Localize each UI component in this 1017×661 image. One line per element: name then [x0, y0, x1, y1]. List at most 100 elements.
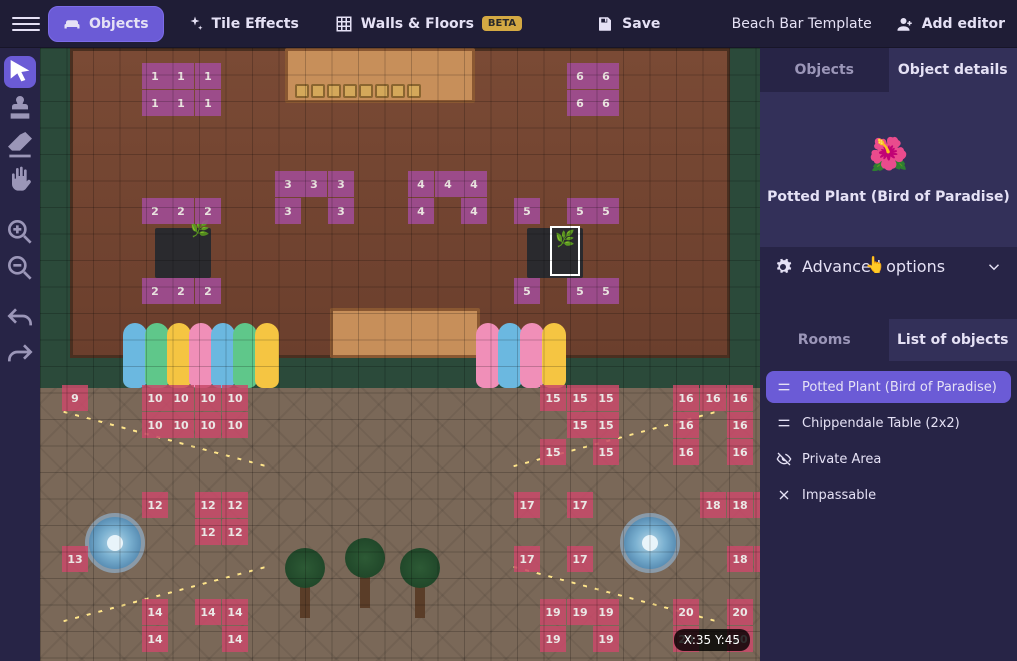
tab-walls-floors[interactable]: Walls & Floors BETA	[321, 7, 536, 41]
tab-rooms[interactable]: Rooms	[760, 319, 889, 361]
right-panel: Objects Object details 🌺 Potted Plant (B…	[760, 48, 1017, 661]
tile-label: 1	[168, 90, 194, 116]
tile-label: 16	[673, 385, 699, 411]
save-label: Save	[622, 16, 660, 32]
tile-label: 10	[195, 412, 221, 438]
tile-label: 3	[328, 171, 354, 197]
tile-label: 15	[593, 412, 619, 438]
tile-label: 5	[593, 198, 619, 224]
tile-label: 10	[222, 385, 248, 411]
tile-label: 19	[540, 626, 566, 652]
tile-label: 12	[222, 519, 248, 545]
tile-label: 10	[142, 412, 168, 438]
tile-label: 14	[222, 626, 248, 652]
tile-label: 1	[195, 63, 221, 89]
tile-label: 12	[195, 519, 221, 545]
tab-tile-effects-label: Tile Effects	[212, 16, 299, 32]
add-editor-button[interactable]: Add editor	[896, 15, 1005, 33]
tile-label: 16	[700, 385, 726, 411]
tool-stamp[interactable]	[4, 92, 36, 124]
advanced-options-toggle[interactable]: Advanced options 👆	[760, 247, 1017, 286]
tool-undo[interactable]	[4, 304, 36, 336]
list-item-label: Private Area	[802, 452, 881, 467]
tile-label: 15	[567, 385, 593, 411]
tile-label: 18	[754, 546, 760, 572]
tile-label: 3	[301, 171, 327, 197]
tool-select[interactable]	[4, 56, 36, 88]
tile-label: 5	[514, 198, 540, 224]
drag-icon	[776, 379, 792, 395]
tile-label: 16	[727, 412, 753, 438]
tile-label: 10	[222, 412, 248, 438]
list-item[interactable]: Private Area	[766, 443, 1011, 475]
top-bar: Objects Tile Effects Walls & Floors BETA…	[0, 0, 1017, 48]
tile-label: 5	[514, 278, 540, 304]
template-name: Beach Bar Template	[716, 16, 888, 32]
tab-list-of-objects[interactable]: List of objects	[889, 319, 1017, 361]
tile-label: 2	[168, 278, 194, 304]
save-icon	[596, 15, 614, 33]
tile-label: 19	[593, 599, 619, 625]
tile-label: 2	[195, 278, 221, 304]
tile-label: 16	[673, 439, 699, 465]
save-button[interactable]: Save	[582, 7, 674, 41]
tile-label: 6	[567, 63, 593, 89]
list-item[interactable]: Chippendale Table (2x2)	[766, 407, 1011, 439]
tile-label: 17	[567, 492, 593, 518]
drag-icon	[776, 415, 792, 431]
tile-label: 17	[514, 492, 540, 518]
list-item[interactable]: Impassable	[766, 479, 1011, 511]
tile-label: 2	[142, 278, 168, 304]
tool-redo[interactable]	[4, 340, 36, 372]
tab-walls-floors-label: Walls & Floors	[361, 16, 474, 32]
tile-label: 15	[540, 439, 566, 465]
advanced-options-label: Advanced options	[802, 257, 945, 276]
tab-object-details[interactable]: Object details	[889, 48, 1017, 92]
plant-icon: 🌺	[869, 135, 909, 173]
tool-hand[interactable]	[4, 164, 36, 196]
tile-label: 3	[328, 198, 354, 224]
tile-label: 10	[168, 412, 194, 438]
tool-zoom-out[interactable]	[4, 252, 36, 284]
tile-label: 10	[142, 385, 168, 411]
tile-label: 4	[435, 171, 461, 197]
tile-label: 16	[727, 385, 753, 411]
tab-objects-panel[interactable]: Objects	[760, 48, 889, 92]
tab-objects[interactable]: Objects	[48, 6, 164, 42]
main-area: 1111116666333444222334455522255591010101…	[0, 48, 1017, 661]
tab-objects-label: Objects	[89, 16, 149, 32]
tile-label: 15	[540, 385, 566, 411]
tile-label: 19	[540, 599, 566, 625]
list-item-label: Chippendale Table (2x2)	[802, 416, 960, 431]
tile-label: 9	[62, 385, 88, 411]
tile-label: 20	[673, 599, 699, 625]
tile-label: 20	[727, 599, 753, 625]
tile-label: 14	[142, 626, 168, 652]
tile-label: 1	[142, 90, 168, 116]
map-canvas[interactable]: 1111116666333444222334455522255591010101…	[40, 48, 760, 661]
tile-label: 19	[593, 626, 619, 652]
list-item[interactable]: Potted Plant (Bird of Paradise)	[766, 371, 1011, 403]
person-add-icon	[896, 15, 914, 33]
tile-label: 14	[195, 599, 221, 625]
tile-label: 15	[593, 439, 619, 465]
tile-label: 5	[567, 278, 593, 304]
beta-badge: BETA	[482, 16, 522, 31]
tile-label: 18	[727, 546, 753, 572]
sofa-icon	[63, 15, 81, 33]
sparkle-icon	[186, 15, 204, 33]
tile-label: 16	[673, 412, 699, 438]
tile-label: 3	[275, 198, 301, 224]
list-item-label: Potted Plant (Bird of Paradise)	[802, 380, 997, 395]
eye-off-icon	[776, 451, 792, 467]
tile-label: 2	[168, 198, 194, 224]
tile-label: 19	[567, 599, 593, 625]
gear-icon	[774, 258, 792, 276]
tile-label: 17	[514, 546, 540, 572]
tile-label: 12	[222, 492, 248, 518]
tool-erase[interactable]	[4, 128, 36, 160]
menu-button[interactable]	[12, 10, 40, 38]
tool-zoom-in[interactable]	[4, 216, 36, 248]
tile-label: 1	[195, 90, 221, 116]
tab-tile-effects[interactable]: Tile Effects	[172, 7, 313, 41]
